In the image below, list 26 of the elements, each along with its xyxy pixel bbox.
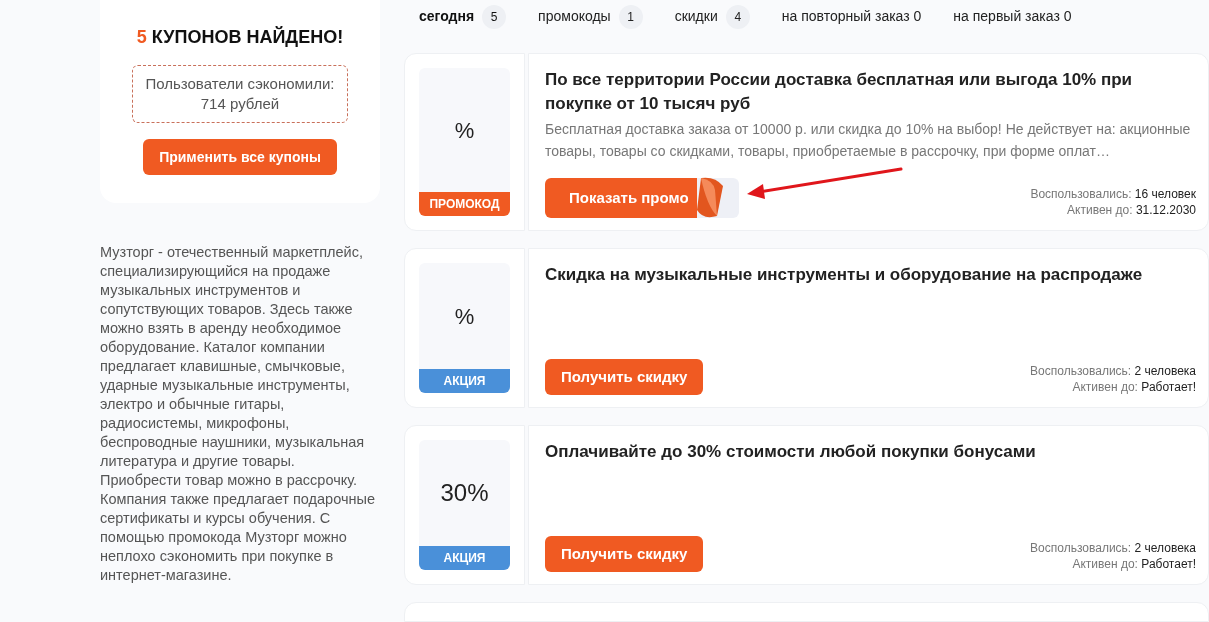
- store-description: Музторг - отечественный маркетплейс, специализирующийся на продаже музыкальных инструментов и сопутствующих товаров. Здесь также можно взять в аренду необходимое оборудование. Каталог компании предлагает клавишные, смычковые, ударные музыкальные инструменты, электро и обычные гитары, радиосистемы, микрофоны, беспроводные наушники, музыкальная литература и другие товары. Приобрести товар можно в рассрочку. Компания также предлагает подарочные сертификаты и курсы обучения. С помощью промокода Музторг можно неплохо сэкономить при покупке в интернет-магазине.: [100, 243, 376, 585]
- filter-tab[interactable]: промокоды 1: [538, 4, 643, 29]
- savings-note: Пользователи сэкономили: 714 рублей: [132, 65, 348, 123]
- active-until: Активен до: 31.12.2030: [1067, 202, 1196, 218]
- pointer-arrow-icon: [745, 166, 905, 200]
- coupon-type-label: ПРОМОКОД: [419, 192, 510, 216]
- coupons-found-heading: 5 КУПОНОВ НАЙДЕНО!: [136, 25, 344, 49]
- coupon-value: 30%: [440, 478, 489, 508]
- coupon-description: Бесплатная доставка заказа от 10000 р. или скидка до 10% на выбор! Не действует на: акционные товары, товары со скидками, товары, приобретаемые в рассрочку, при форме оплат…: [545, 120, 1192, 161]
- filter-tab[interactable]: скидки 4: [674, 4, 750, 29]
- coupon-title: По все территории России доставка бесплатная или выгода 10% при покупке от 10 тысяч руб: [545, 69, 1134, 115]
- filter-tab[interactable]: на первый заказ 0: [953, 6, 1072, 27]
- coupon-value: %: [454, 116, 475, 145]
- usage-count: Воспользовались: 2 человека: [1030, 363, 1196, 379]
- active-until: Активен до: Работает!: [1072, 556, 1196, 572]
- coupon-type-label: АКЦИЯ: [419, 369, 510, 393]
- filter-tab[interactable]: на повторный заказ 0: [781, 6, 922, 27]
- coupon-value: %: [454, 302, 475, 331]
- peel-corner-icon: [697, 178, 739, 218]
- filter-tab[interactable]: сегодня 5: [419, 4, 507, 29]
- coupon-title: Оплачивайте до 30% стоимости любой покупки бонусами: [545, 441, 1037, 463]
- usage-count: Воспользовались: 16 человек: [1030, 186, 1196, 202]
- active-until: Активен до: Работает!: [1072, 379, 1196, 395]
- coupon-type-label: АКЦИЯ: [419, 546, 510, 570]
- coupon-title: Скидка на музыкальные инструменты и оборудование на распродаже: [545, 264, 1144, 286]
- usage-count: Воспользовались: 2 человека: [1030, 540, 1196, 556]
